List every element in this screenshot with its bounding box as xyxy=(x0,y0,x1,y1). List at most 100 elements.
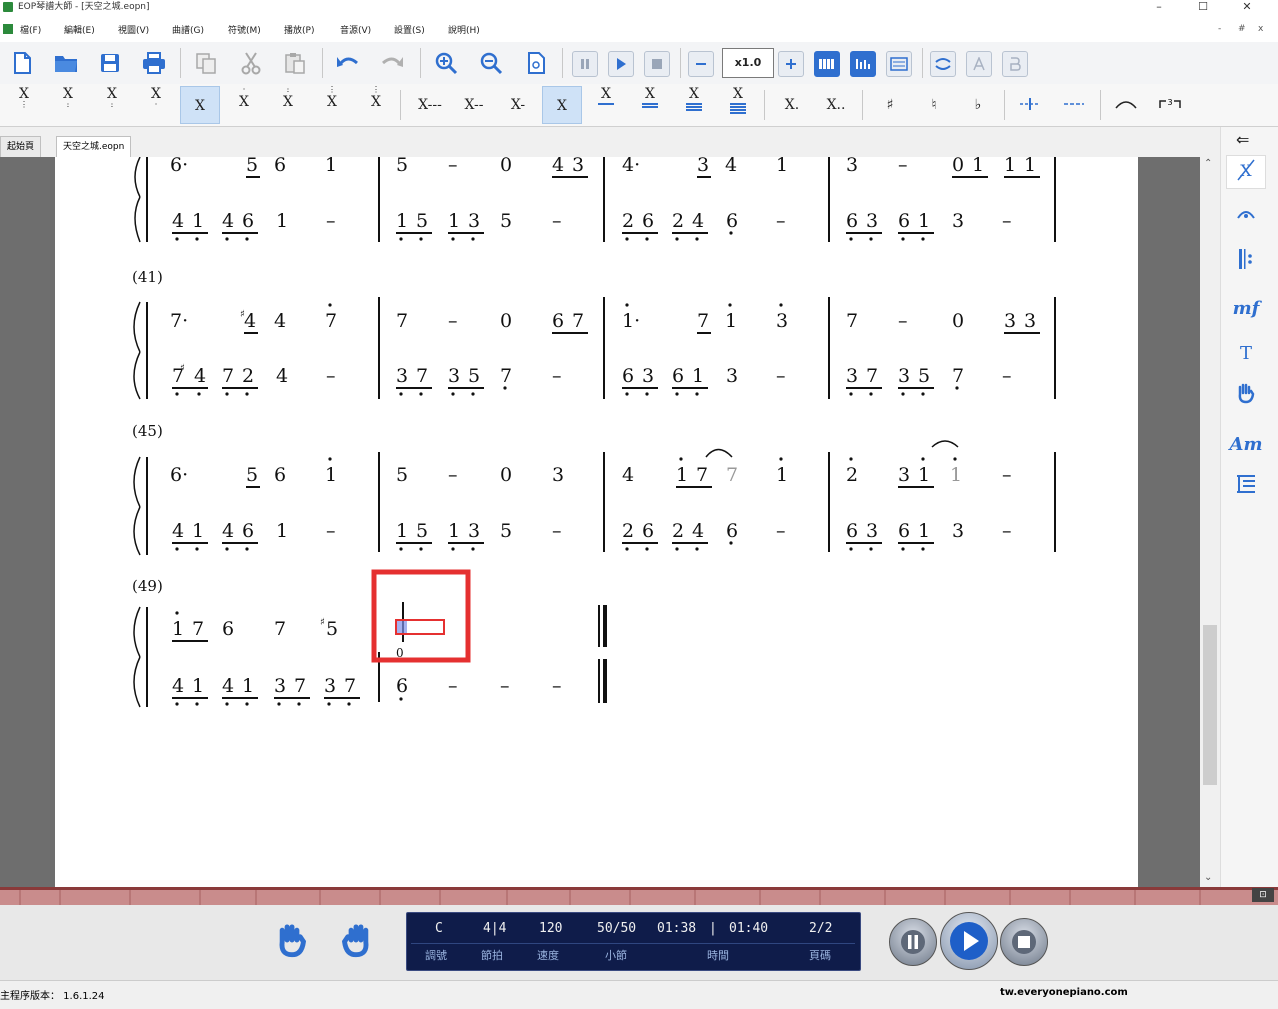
thirty-second-note-button[interactable]: X xyxy=(674,86,714,124)
eighth-note-button[interactable]: X xyxy=(586,86,626,124)
cut-button[interactable] xyxy=(235,48,267,78)
menu-help[interactable]: 說明(H) xyxy=(448,23,480,36)
mdi-restore-button[interactable]: # xyxy=(1238,24,1246,34)
right-hand-button[interactable] xyxy=(338,922,374,961)
menu-settings[interactable]: 設置(S) xyxy=(394,23,425,36)
svg-text:–: – xyxy=(776,210,786,232)
lyrics-tool-button[interactable] xyxy=(1226,473,1266,507)
right-tool-panel xyxy=(1220,127,1278,887)
speed-field[interactable]: x1.0 xyxy=(722,48,774,78)
svg-text:4: 4 xyxy=(172,520,184,542)
scrollbar-thumb[interactable] xyxy=(1203,625,1217,785)
save-button[interactable] xyxy=(94,48,126,78)
paste-button[interactable] xyxy=(279,48,311,78)
left-hand-button[interactable] xyxy=(274,922,310,961)
zoom-in-button[interactable] xyxy=(430,48,462,78)
svg-text:4: 4 xyxy=(692,210,704,232)
sharp-button[interactable]: ♯ xyxy=(870,86,910,124)
natural-button[interactable]: ♮ xyxy=(914,86,954,124)
scroll-down-icon[interactable]: ⌄ xyxy=(1204,872,1212,883)
chord-tool-button[interactable]: Am xyxy=(1226,428,1266,462)
note-high-4-button[interactable]: ⋮ X xyxy=(356,86,396,124)
mdi-close-button[interactable]: x xyxy=(1258,24,1263,34)
double-dot-button[interactable]: X.. xyxy=(816,86,856,124)
repeat-b-button[interactable] xyxy=(1002,51,1028,77)
triplet-button[interactable]: 3 xyxy=(1150,86,1190,124)
svg-text:1: 1 xyxy=(192,210,204,232)
insert-bar-button[interactable] xyxy=(1010,86,1050,124)
svg-text:–: – xyxy=(552,520,562,542)
copy-button[interactable] xyxy=(190,48,222,78)
play-button[interactable] xyxy=(608,51,634,77)
minimize-button[interactable]: – xyxy=(1146,0,1172,14)
tie-button[interactable] xyxy=(1106,86,1146,124)
convert-button[interactable] xyxy=(930,51,956,77)
sixteenth-note-button[interactable]: X xyxy=(630,86,670,124)
mdi-minimize-button[interactable]: - xyxy=(1218,24,1221,34)
stop-button[interactable] xyxy=(644,51,670,77)
bottom-stop-button[interactable] xyxy=(1000,918,1048,966)
note-tool-button[interactable]: X xyxy=(1226,155,1266,189)
keyboard-strip[interactable] xyxy=(0,887,1278,905)
dot-button[interactable]: X. xyxy=(772,86,812,124)
fingering-tool-button[interactable] xyxy=(1226,382,1266,416)
page-view-button[interactable] xyxy=(520,48,552,78)
print-button[interactable] xyxy=(138,48,170,78)
open-file-button[interactable] xyxy=(50,48,82,78)
svg-text:–: – xyxy=(1002,520,1012,542)
close-button[interactable]: ✕ xyxy=(1234,0,1260,14)
repeat-tool-button[interactable] xyxy=(1226,247,1266,281)
tab-document[interactable]: 天空之城.eopn xyxy=(56,136,132,157)
bottom-pause-button[interactable] xyxy=(889,918,937,966)
note-low-1-button[interactable]: X · xyxy=(136,86,176,124)
note-high-2-button[interactable]: :X xyxy=(268,86,308,124)
scroll-up-icon[interactable]: ⌃ xyxy=(1204,158,1212,169)
stop-icon xyxy=(1012,930,1036,954)
svg-text:–: – xyxy=(898,310,908,332)
svg-text:7: 7 xyxy=(572,310,584,332)
collapse-panel-icon[interactable]: ⇐ xyxy=(1236,130,1249,149)
undo-button[interactable] xyxy=(332,48,364,78)
text-tool-button[interactable]: T xyxy=(1226,337,1266,371)
note-low-2-button[interactable]: X: xyxy=(48,86,88,124)
piano-roll-button[interactable] xyxy=(850,51,876,77)
tab-start-page[interactable]: 起始頁 xyxy=(0,136,42,157)
keyboard-expand-icon[interactable]: ⊡ xyxy=(1252,888,1274,902)
system-bracket xyxy=(146,457,148,555)
whole-note-button[interactable]: X--- xyxy=(408,86,452,124)
speed-increase-button[interactable] xyxy=(778,51,804,77)
note-normal-button[interactable]: X xyxy=(180,86,220,124)
menu-file[interactable]: 檔(F) xyxy=(20,23,41,36)
new-file-button[interactable] xyxy=(6,48,38,78)
menu-view[interactable]: 視圖(V) xyxy=(118,23,149,36)
note-low-1b-button[interactable]: X: xyxy=(92,86,132,124)
delete-bar-button[interactable] xyxy=(1054,86,1094,124)
menu-sound[interactable]: 音源(V) xyxy=(340,23,371,36)
dotted-half-note-button[interactable]: X-- xyxy=(454,86,494,124)
keyboard-view-button[interactable] xyxy=(814,51,840,77)
menu-symbol[interactable]: 符號(M) xyxy=(228,23,261,36)
zoom-in-icon xyxy=(435,52,458,75)
sixty-fourth-note-button[interactable]: X xyxy=(718,86,758,124)
redo-button[interactable] xyxy=(376,48,408,78)
pause-button[interactable] xyxy=(572,51,598,77)
menu-play[interactable]: 播放(P) xyxy=(284,23,314,36)
fermata-tool-button[interactable] xyxy=(1226,202,1266,236)
score-view-button[interactable] xyxy=(886,51,912,77)
note-high-1-button[interactable]: · X xyxy=(224,86,264,124)
flat-button[interactable]: ♭ xyxy=(958,86,998,124)
menu-edit[interactable]: 編輯(E) xyxy=(64,23,95,36)
zoom-out-button[interactable] xyxy=(475,48,507,78)
menu-score[interactable]: 曲譜(G) xyxy=(172,23,204,36)
maximize-button[interactable]: ☐ xyxy=(1190,0,1216,14)
note-low-3-button[interactable]: X ⋮ xyxy=(4,86,44,124)
score-canvas[interactable]: 6· 5 6 1 5–0 4 3 4· 3 4 1 3–0 1 1 1 4 1 4 6 1– 1 5 1 3 5– 2… xyxy=(0,157,1138,887)
half-note-button[interactable]: X- xyxy=(498,86,538,124)
bottom-play-button[interactable] xyxy=(940,912,998,970)
svg-text:–: – xyxy=(448,157,458,176)
repeat-a-button[interactable] xyxy=(966,51,992,77)
dynamics-tool-button[interactable]: mf xyxy=(1226,292,1266,326)
quarter-note-button[interactable]: X xyxy=(542,86,582,124)
speed-decrease-button[interactable] xyxy=(688,51,714,77)
note-high-3-button[interactable]: ⋮ X xyxy=(312,86,352,124)
